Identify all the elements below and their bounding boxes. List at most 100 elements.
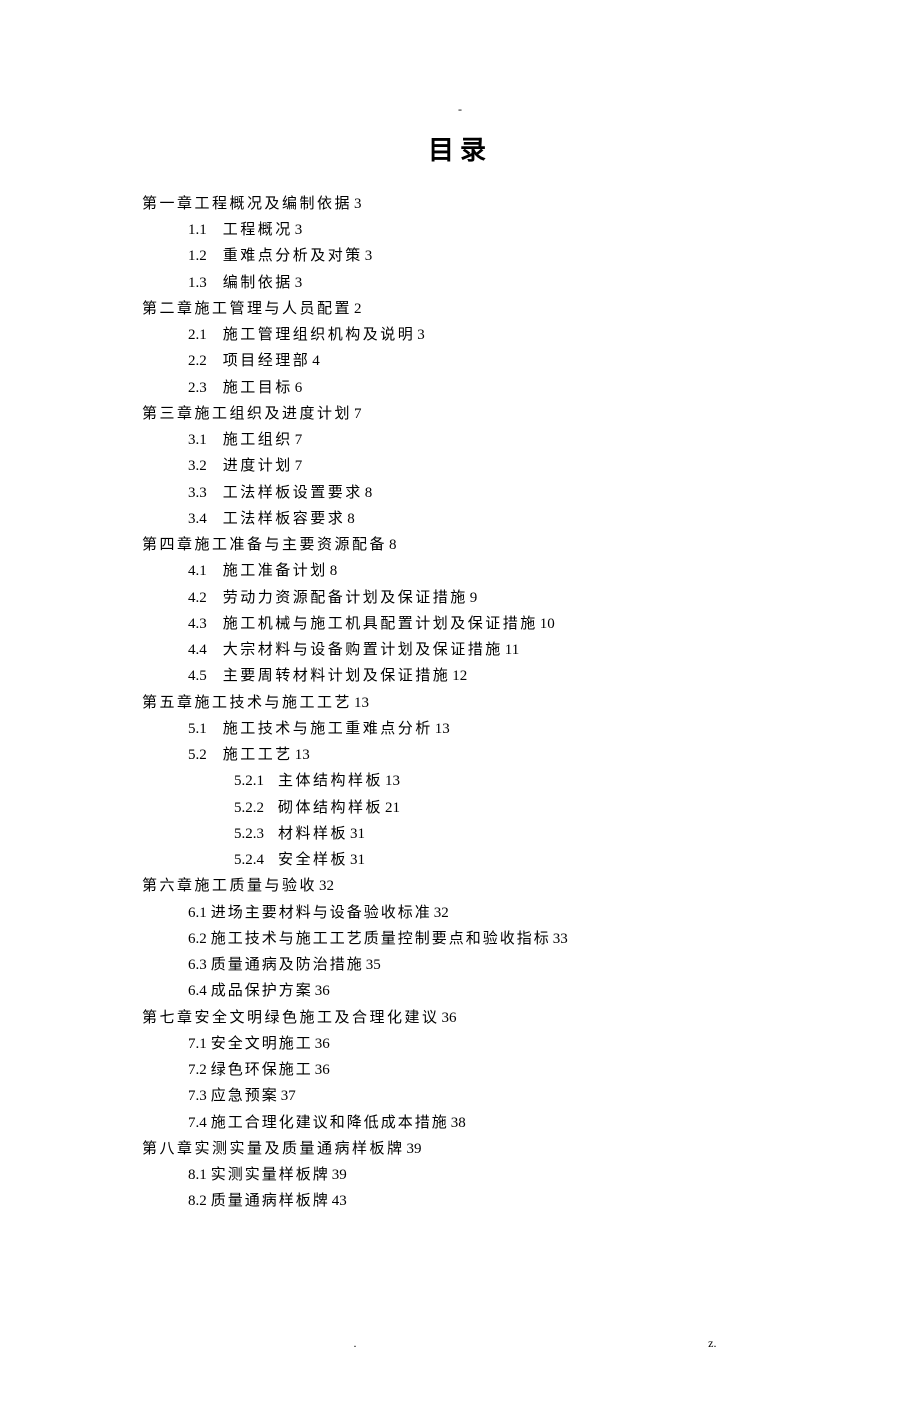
toc-section-title: 主要周转材料计划及保证措施 [223, 668, 451, 684]
toc-page-number: 39 [407, 1141, 422, 1157]
toc-page-number: 36 [315, 1036, 330, 1052]
toc-section-number: 4.2 [188, 590, 207, 606]
toc-chapter-label: 第一章 [142, 196, 195, 212]
toc-chapter-title: 工程概况及编制依据 [195, 196, 353, 212]
toc-section-title: 应急预案 [211, 1088, 279, 1104]
toc-page-number: 3 [365, 248, 373, 264]
page-header-mark: - [0, 100, 920, 119]
toc-section-title: 编制依据 [223, 275, 293, 291]
toc-section-title: 劳动力资源配备计划及保证措施 [223, 590, 468, 606]
toc-chapter-label: 第三章 [142, 406, 195, 422]
toc-item: 1.2重难点分析及对策3 [142, 245, 820, 268]
toc-section-title: 施工机械与施工机具配置计划及保证措施 [223, 616, 538, 632]
toc-item: 6.4成品保护方案36 [142, 980, 820, 1003]
toc-chapter-title: 实测实量及质量通病样板牌 [195, 1141, 405, 1157]
toc-item: 2.1 施工管理组织机构及说明3 [142, 324, 820, 347]
toc-section-title: 安全文明施工 [211, 1036, 313, 1052]
toc-item: 5.2.2 砌体结构样板21 [142, 797, 820, 820]
toc-page-number: 13 [435, 721, 450, 737]
toc-chapter-title: 施工技术与施工工艺 [195, 695, 353, 711]
toc-page-number: 13 [354, 695, 369, 711]
toc-section-title: 重难点分析及对策 [223, 248, 363, 264]
toc-item: 4.3 施工机械与施工机具配置计划及保证措施10 [142, 613, 820, 636]
toc-page-number: 37 [281, 1088, 296, 1104]
toc-page-number: 8 [365, 485, 373, 501]
toc-item: 2.3施工目标6 [142, 377, 820, 400]
toc-item: 3.1 施工组织7 [142, 429, 820, 452]
toc-item: 第五章施工技术与施工工艺13 [142, 692, 820, 715]
toc-section-title: 施工工艺 [223, 747, 293, 763]
toc-chapter-title: 施工组织及进度计划 [195, 406, 353, 422]
toc-item: 4.2劳动力资源配备计划及保证措施9 [142, 587, 820, 610]
toc-section-title: 施工组织 [223, 432, 293, 448]
toc-item: 5.2.3材料样板31 [142, 823, 820, 846]
toc-section-title: 质量通病样板牌 [211, 1193, 330, 1209]
toc-section-number: 8.1 [188, 1167, 207, 1183]
toc-section-number: 5.1 [188, 721, 207, 737]
toc-chapter-label: 第二章 [142, 301, 195, 317]
toc-section-number: 2.3 [188, 380, 207, 396]
toc-page-number: 38 [451, 1115, 466, 1131]
toc-page-number: 12 [452, 668, 467, 684]
toc-section-title: 工法样板容要求 [223, 511, 346, 527]
toc-subsection-number: 5.2.2 [234, 800, 264, 816]
toc-section-title: 工法样板设置要求 [223, 485, 363, 501]
toc-item: 第四章施工准备与主要资源配备8 [142, 534, 820, 557]
toc-chapter-label: 第八章 [142, 1141, 195, 1157]
toc-section-number: 6.2 [188, 931, 207, 947]
toc-page-number: 4 [312, 353, 320, 369]
toc-page-number: 3 [295, 275, 303, 291]
toc-item: 第八章实测实量及质量通病样板牌39 [142, 1138, 820, 1161]
toc-page-number: 3 [354, 196, 362, 212]
toc-item: 5.2施工工艺13 [142, 744, 820, 767]
toc-chapter-title: 安全文明绿色施工及合理化建议 [195, 1010, 440, 1026]
toc-section-number: 3.1 [188, 432, 207, 448]
toc-subsection-title: 砌体结构样板 [278, 800, 383, 816]
page-title: 目录 [0, 131, 920, 171]
toc-subsection-title: 主体结构样板 [278, 773, 383, 789]
toc-section-title: 成品保护方案 [211, 983, 313, 999]
toc-page-number: 32 [319, 878, 334, 894]
toc-section-title: 施工准备计划 [223, 563, 328, 579]
toc-section-title: 大宗材料与设备购置计划及保证措施 [223, 642, 503, 658]
toc-chapter-title: 施工准备与主要资源配备 [195, 537, 388, 553]
toc-item: 4.1施工准备计划8 [142, 560, 820, 583]
toc-subsection-number: 5.2.1 [234, 773, 264, 789]
toc-item: 7.2绿色环保施工36 [142, 1059, 820, 1082]
toc-section-number: 6.1 [188, 905, 207, 921]
toc-section-number: 2.2 [188, 353, 207, 369]
toc-page-number: 36 [315, 983, 330, 999]
toc-page-number: 7 [295, 458, 303, 474]
toc-section-number: 3.2 [188, 458, 207, 474]
footer-left-mark: . [204, 1334, 554, 1353]
toc-page-number: 3 [417, 327, 425, 343]
toc-page-number: 31 [350, 852, 365, 868]
toc-section-number: 4.4 [188, 642, 207, 658]
toc-page-number: 13 [385, 773, 400, 789]
toc-page-number: 6 [295, 380, 303, 396]
toc-section-title: 进度计划 [223, 458, 293, 474]
page-footer: . z. [0, 1334, 920, 1353]
toc-item: 3.2 进度计划7 [142, 455, 820, 478]
toc-item: 第三章施工组织及进度计划7 [142, 403, 820, 426]
toc-page-number: 39 [332, 1167, 347, 1183]
toc-item: 4.4大宗材料与设备购置计划及保证措施11 [142, 639, 820, 662]
toc-item: 第二章施工管理与人员配置2 [142, 298, 820, 321]
toc-section-title: 施工管理组织机构及说明 [223, 327, 416, 343]
toc-chapter-label: 第五章 [142, 695, 195, 711]
toc-section-number: 4.3 [188, 616, 207, 632]
toc-page-number: 21 [385, 800, 400, 816]
toc-section-number: 1.1 [188, 222, 207, 238]
toc-section-number: 3.3 [188, 485, 207, 501]
toc-item: 7.1安全文明施工36 [142, 1033, 820, 1056]
toc-section-number: 6.3 [188, 957, 207, 973]
toc-section-number: 2.1 [188, 327, 207, 343]
toc-section-number: 7.2 [188, 1062, 207, 1078]
toc-item: 6.2施工技术与施工工艺质量控制要点和验收指标33 [142, 928, 820, 951]
toc-subsection-number: 5.2.3 [234, 826, 264, 842]
toc-page-number: 10 [540, 616, 555, 632]
toc-page-number: 7 [295, 432, 303, 448]
toc-item: 1.1工程概况3 [142, 219, 820, 242]
toc-item: 第一章工程概况及编制依据3 [142, 193, 820, 216]
toc-section-number: 5.2 [188, 747, 207, 763]
